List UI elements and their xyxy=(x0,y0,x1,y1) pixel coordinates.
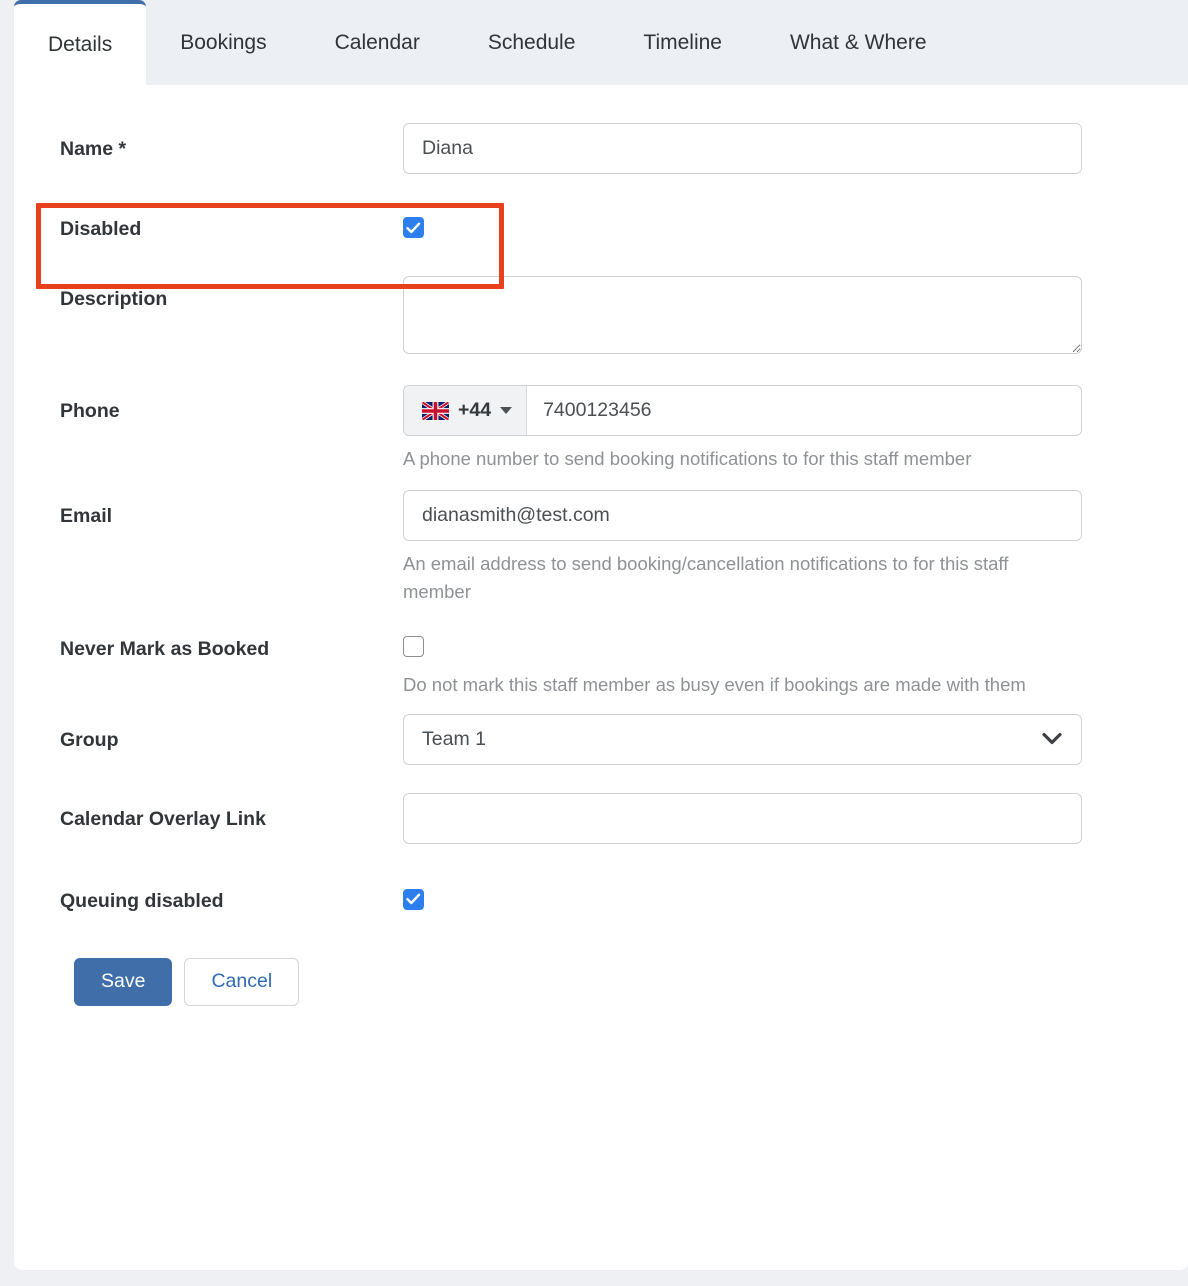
staff-member-details-page: Details Bookings Calendar Schedule Timel… xyxy=(0,0,1188,1286)
tab-bookings-label: Bookings xyxy=(180,31,267,54)
country-code-label: +44 xyxy=(458,399,492,422)
calendar-overlay-link-input[interactable] xyxy=(403,792,1082,844)
never-mark-as-booked-label-cell: Never Mark as Booked xyxy=(14,638,403,661)
group-select[interactable]: Team 1 xyxy=(403,713,1082,765)
queuing-disabled-checkbox[interactable] xyxy=(403,888,424,910)
calendar-overlay-link-label: Calendar Overlay Link xyxy=(60,807,266,830)
phone-label: Phone xyxy=(60,400,120,423)
never-mark-as-booked-checkbox[interactable] xyxy=(403,635,424,657)
field-row-description: Description xyxy=(14,276,1188,355)
disabled-field-cell xyxy=(403,217,1188,239)
field-row-queuing-disabled: Queuing disabled xyxy=(14,888,1188,913)
description-label-cell: Description xyxy=(14,288,403,311)
field-row-group: Group Team 1 xyxy=(14,713,1188,765)
queuing-disabled-field-cell xyxy=(403,888,1188,911)
tab-details-label: Details xyxy=(48,33,113,56)
uk-flag-icon xyxy=(422,401,449,420)
phone-label-cell: Phone xyxy=(14,400,403,423)
tab-what-and-where-label: What & Where xyxy=(789,31,927,54)
tab-schedule-label: Schedule xyxy=(487,31,576,54)
description-textarea[interactable] xyxy=(403,276,1082,355)
never-mark-as-booked-help-text: Do not mark this staff member as busy ev… xyxy=(403,673,1026,695)
disabled-checkbox[interactable] xyxy=(403,217,424,238)
email-field-cell: An email address to send booking/cancell… xyxy=(403,489,1188,606)
details-form-panel: Name * Disabled xyxy=(14,85,1188,1270)
tab-timeline[interactable]: Timeline xyxy=(609,0,756,86)
save-button[interactable]: Save xyxy=(74,958,173,1006)
phone-help-text: A phone number to send booking notificat… xyxy=(403,448,972,470)
field-row-phone: Phone +44 7400123456 A phone number to s… xyxy=(14,385,1188,473)
tab-calendar[interactable]: Calendar xyxy=(301,0,454,86)
never-mark-as-booked-field-cell: Do not mark this staff member as busy ev… xyxy=(403,635,1188,699)
name-field-cell xyxy=(403,123,1188,174)
name-label: Name * xyxy=(60,138,127,160)
field-row-email: Email An email address to send booking/c… xyxy=(14,489,1188,606)
disabled-label-cell: Disabled xyxy=(14,218,403,241)
tab-timeline-label: Timeline xyxy=(643,31,722,54)
tab-what-and-where[interactable]: What & Where xyxy=(756,0,961,86)
chevron-down-icon xyxy=(500,407,513,415)
phone-field-cell: +44 A phone number to send booking notif… xyxy=(403,385,1188,473)
queuing-disabled-label: Queuing disabled xyxy=(60,889,224,912)
calendar-overlay-link-field-cell xyxy=(403,792,1188,844)
group-select-wrapper: Team 1 xyxy=(403,713,1082,765)
email-label: Email xyxy=(60,504,113,527)
description-field-cell xyxy=(403,276,1188,355)
description-label: Description xyxy=(60,288,168,311)
name-input[interactable] xyxy=(403,123,1082,174)
tab-bar: Details Bookings Calendar Schedule Timel… xyxy=(14,0,1188,86)
field-row-disabled: Disabled xyxy=(14,217,1188,241)
field-row-name: Name * xyxy=(14,123,1188,174)
disabled-label: Disabled xyxy=(60,218,142,240)
phone-number-input[interactable] xyxy=(527,386,1081,436)
staff-details-form: Name * Disabled xyxy=(14,85,1188,1006)
phone-input-group: +44 xyxy=(403,385,1082,437)
check-icon xyxy=(406,893,421,905)
tab-schedule[interactable]: Schedule xyxy=(454,0,610,86)
email-input[interactable] xyxy=(403,489,1082,541)
check-icon xyxy=(406,222,421,233)
tab-details[interactable]: Details xyxy=(14,0,147,86)
cancel-button[interactable]: Cancel xyxy=(184,958,300,1006)
tab-bookings[interactable]: Bookings xyxy=(146,0,300,86)
form-actions: Save Cancel xyxy=(14,958,1188,1006)
country-code-selector[interactable]: +44 xyxy=(404,386,528,436)
queuing-disabled-label-cell: Queuing disabled xyxy=(14,890,403,913)
calendar-overlay-link-label-cell: Calendar Overlay Link xyxy=(14,808,403,831)
field-row-calendar-overlay-link: Calendar Overlay Link xyxy=(14,792,1188,844)
group-label-cell: Group xyxy=(14,729,403,752)
never-mark-as-booked-label: Never Mark as Booked xyxy=(60,637,270,660)
email-label-cell: Email xyxy=(14,505,403,528)
email-help-text: An email address to send booking/cancell… xyxy=(403,552,1009,602)
group-label: Group xyxy=(60,728,119,751)
group-field-cell: Team 1 xyxy=(403,713,1188,765)
field-row-never-mark-as-booked: Never Mark as Booked Do not mark this st… xyxy=(14,635,1188,699)
name-label-cell: Name * xyxy=(14,138,403,161)
tab-calendar-label: Calendar xyxy=(334,31,420,54)
